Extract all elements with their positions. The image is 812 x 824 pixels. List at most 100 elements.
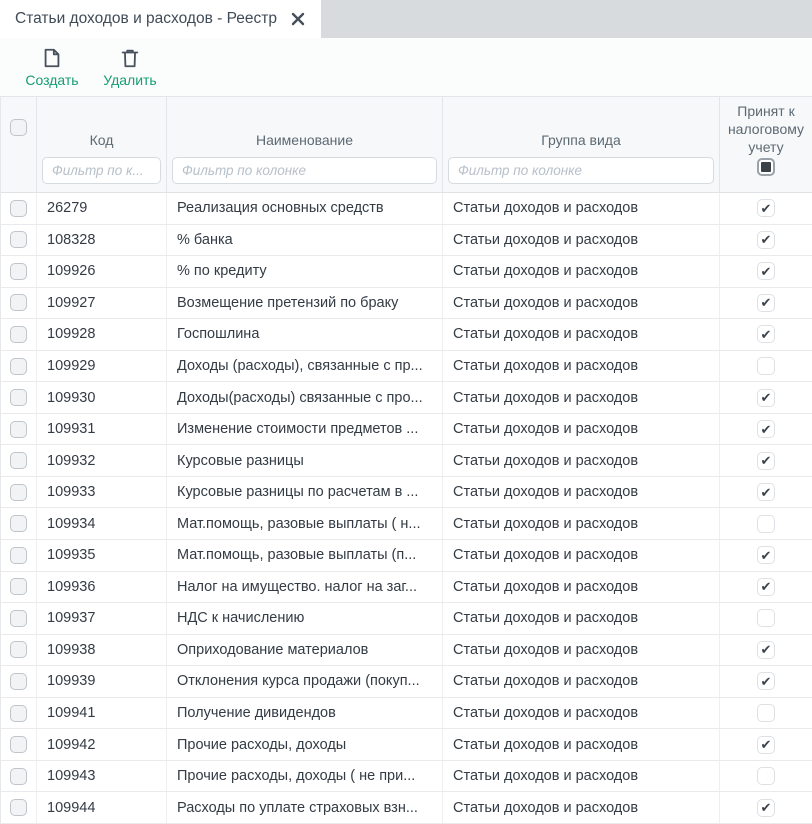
- trash-icon: [119, 47, 141, 69]
- column-header-tax[interactable]: Принят к налоговому учету: [720, 97, 812, 192]
- tax-checkbox[interactable]: ✔: [757, 799, 775, 817]
- row-select-checkbox[interactable]: [10, 578, 27, 595]
- tax-checkbox[interactable]: ✔: [757, 641, 775, 659]
- tax-checkbox[interactable]: ✔: [757, 672, 775, 690]
- row-select-checkbox[interactable]: [10, 389, 27, 406]
- tax-checkbox[interactable]: ✔: [757, 231, 775, 249]
- table-row[interactable]: 109932 Курсовые разницы Статьи доходов и…: [1, 445, 812, 477]
- row-select-checkbox[interactable]: [10, 326, 27, 343]
- close-icon: [291, 12, 305, 26]
- tax-checkbox[interactable]: ✔: [757, 452, 775, 470]
- table-row[interactable]: 109937 НДС к начислению Статьи доходов и…: [1, 603, 812, 635]
- row-group: Статьи доходов и расходов: [443, 603, 720, 634]
- table-row[interactable]: 109931 Изменение стоимости предметов ...…: [1, 414, 812, 446]
- row-select-checkbox[interactable]: [10, 768, 27, 785]
- row-select-checkbox[interactable]: [10, 484, 27, 501]
- tax-checkbox[interactable]: [757, 767, 775, 785]
- row-code: 109944: [37, 792, 167, 823]
- tax-checkbox[interactable]: ✔: [757, 262, 775, 280]
- tax-checkbox[interactable]: ✔: [757, 389, 775, 407]
- delete-button[interactable]: Удалить: [96, 45, 164, 90]
- row-select-checkbox[interactable]: [10, 705, 27, 722]
- row-group: Статьи доходов и расходов: [443, 572, 720, 603]
- name-filter-input[interactable]: [172, 157, 437, 184]
- row-code: 109928: [37, 319, 167, 350]
- tax-checkbox[interactable]: ✔: [757, 578, 775, 596]
- column-header-group[interactable]: Группа вида: [443, 97, 720, 192]
- row-name: % банка: [167, 225, 443, 256]
- table-row[interactable]: 109927 Возмещение претензий по браку Ста…: [1, 288, 812, 320]
- row-name: Реализация основных средств: [167, 193, 443, 224]
- table-row[interactable]: 109939 Отклонения курса продажи (покуп..…: [1, 666, 812, 698]
- table-row[interactable]: 109929 Доходы (расходы), связанные с пр.…: [1, 351, 812, 383]
- tax-checkbox[interactable]: ✔: [757, 420, 775, 438]
- table-row[interactable]: 109943 Прочие расходы, доходы ( не при..…: [1, 761, 812, 793]
- table-row[interactable]: 109941 Получение дивидендов Статьи доход…: [1, 698, 812, 730]
- row-select-checkbox[interactable]: [10, 610, 27, 627]
- select-all-checkbox[interactable]: [10, 119, 27, 136]
- row-select-checkbox[interactable]: [10, 231, 27, 248]
- column-label-tax: Принят к налоговому учету: [720, 97, 812, 157]
- tax-checkbox[interactable]: ✔: [757, 199, 775, 217]
- tab-title: Статьи доходов и расходов - Реестр: [15, 10, 277, 28]
- tax-select-all-checkbox[interactable]: [757, 158, 775, 176]
- row-name: Прочие расходы, доходы: [167, 729, 443, 760]
- table-row[interactable]: 109944 Расходы по уплате страховых взн..…: [1, 792, 812, 824]
- row-name: Получение дивидендов: [167, 698, 443, 729]
- row-select-checkbox[interactable]: [10, 200, 27, 217]
- row-select-checkbox[interactable]: [10, 358, 27, 375]
- table-row[interactable]: 109928 Госпошлина Статьи доходов и расхо…: [1, 319, 812, 351]
- row-group: Статьи доходов и расходов: [443, 382, 720, 413]
- row-select-checkbox[interactable]: [10, 673, 27, 690]
- registry-table: Код Наименование Группа вида Принят к на…: [0, 96, 812, 824]
- create-button-label: Создать: [25, 72, 78, 88]
- row-select-checkbox[interactable]: [10, 515, 27, 532]
- create-button[interactable]: Создать: [18, 45, 86, 90]
- tax-checkbox[interactable]: [757, 609, 775, 627]
- column-header-name[interactable]: Наименование: [167, 97, 443, 192]
- row-name: Мат.помощь, разовые выплаты ( н...: [167, 508, 443, 539]
- tax-checkbox[interactable]: ✔: [757, 736, 775, 754]
- column-header-code[interactable]: Код: [37, 97, 167, 192]
- tab-active[interactable]: Статьи доходов и расходов - Реестр: [0, 0, 321, 38]
- row-code: 109927: [37, 288, 167, 319]
- row-group: Статьи доходов и расходов: [443, 729, 720, 760]
- row-group: Статьи доходов и расходов: [443, 256, 720, 287]
- row-select-checkbox[interactable]: [10, 641, 27, 658]
- header-select-cell: [1, 97, 37, 192]
- table-row[interactable]: 109935 Мат.помощь, разовые выплаты (п...…: [1, 540, 812, 572]
- tax-checkbox[interactable]: [757, 357, 775, 375]
- row-select-checkbox[interactable]: [10, 263, 27, 280]
- group-filter-input[interactable]: [448, 157, 714, 184]
- table-row[interactable]: 109934 Мат.помощь, разовые выплаты ( н..…: [1, 508, 812, 540]
- table-row[interactable]: 109933 Курсовые разницы по расчетам в ..…: [1, 477, 812, 509]
- tax-checkbox[interactable]: ✔: [757, 546, 775, 564]
- code-filter-input[interactable]: [42, 157, 161, 184]
- row-select-checkbox[interactable]: [10, 736, 27, 753]
- row-select-checkbox[interactable]: [10, 547, 27, 564]
- table-row[interactable]: 109926 % по кредиту Статьи доходов и рас…: [1, 256, 812, 288]
- table-row[interactable]: 109942 Прочие расходы, доходы Статьи дох…: [1, 729, 812, 761]
- tax-checkbox[interactable]: ✔: [757, 294, 775, 312]
- table-row[interactable]: 109936 Налог на имущество. налог на заг.…: [1, 572, 812, 604]
- tax-checkbox[interactable]: ✔: [757, 325, 775, 343]
- row-select-checkbox[interactable]: [10, 421, 27, 438]
- row-name: Прочие расходы, доходы ( не при...: [167, 761, 443, 792]
- row-name: Госпошлина: [167, 319, 443, 350]
- row-group: Статьи доходов и расходов: [443, 792, 720, 823]
- tab-close-button[interactable]: [291, 12, 305, 26]
- table-row[interactable]: 26279 Реализация основных средств Статьи…: [1, 193, 812, 225]
- tax-checkbox[interactable]: ✔: [757, 483, 775, 501]
- tax-checkbox[interactable]: [757, 515, 775, 533]
- table-header: Код Наименование Группа вида Принят к на…: [1, 97, 812, 193]
- table-row[interactable]: 109930 Доходы(расходы) связанные с про..…: [1, 382, 812, 414]
- table-row[interactable]: 108328 % банка Статьи доходов и расходов…: [1, 225, 812, 257]
- row-code: 108328: [37, 225, 167, 256]
- row-name: Курсовые разницы: [167, 445, 443, 476]
- table-row[interactable]: 109938 Оприходование материалов Статьи д…: [1, 635, 812, 667]
- row-select-checkbox[interactable]: [10, 294, 27, 311]
- row-select-checkbox[interactable]: [10, 452, 27, 469]
- row-group: Статьи доходов и расходов: [443, 445, 720, 476]
- row-select-checkbox[interactable]: [10, 799, 27, 816]
- tax-checkbox[interactable]: [757, 704, 775, 722]
